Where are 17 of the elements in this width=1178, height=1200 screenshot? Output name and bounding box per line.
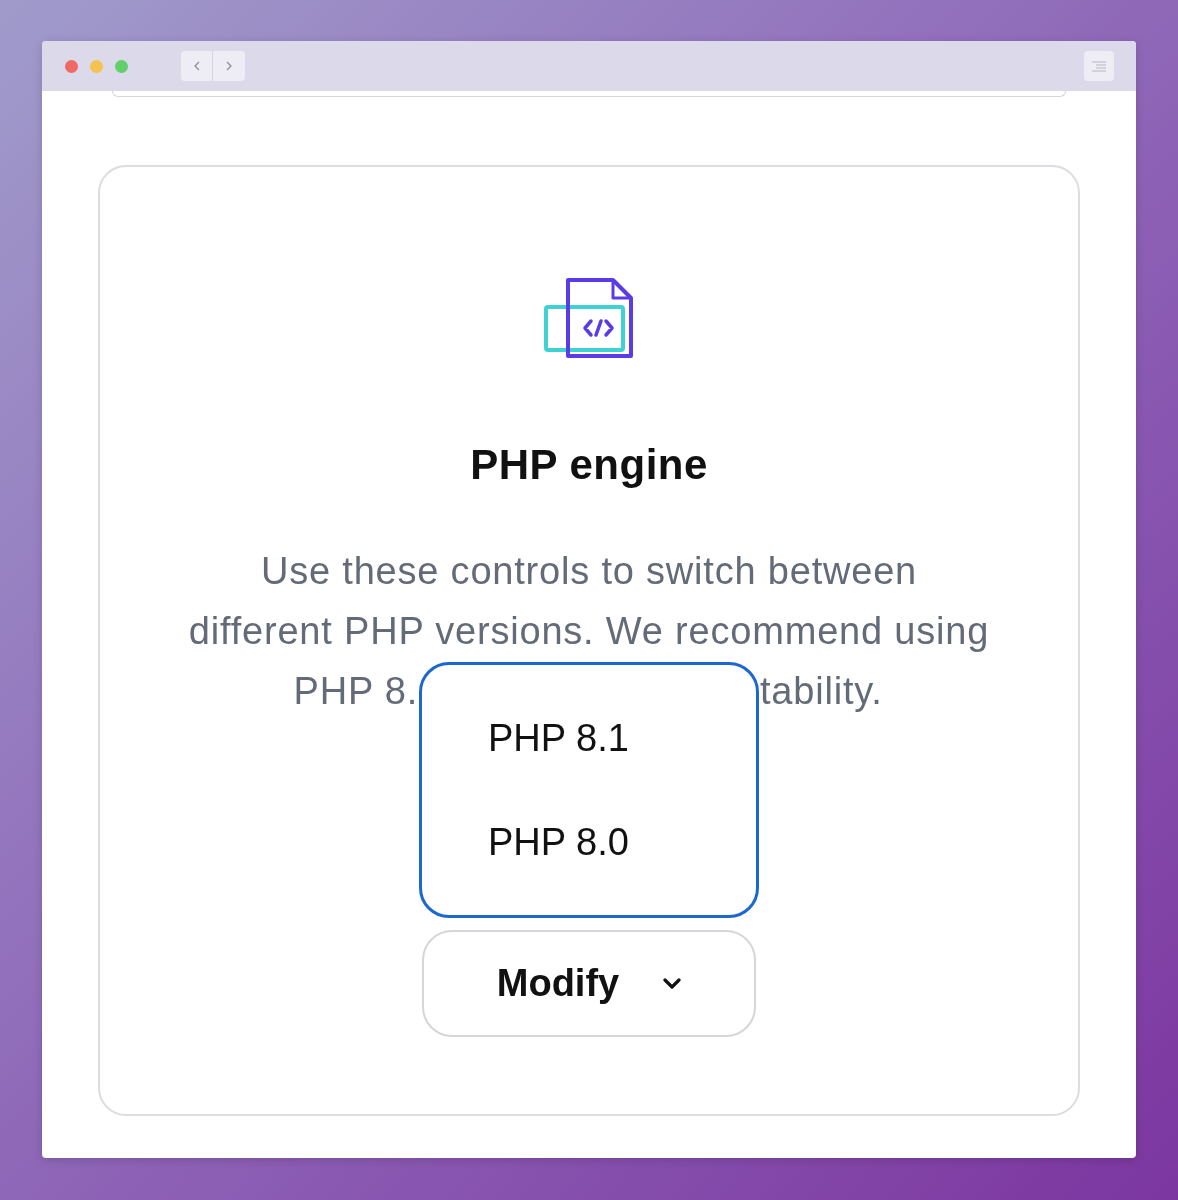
back-button[interactable] bbox=[181, 51, 213, 81]
menu-button[interactable] bbox=[1084, 51, 1114, 81]
modify-button[interactable]: Modify bbox=[422, 930, 756, 1037]
forward-button[interactable] bbox=[213, 51, 245, 81]
card-title: PHP engine bbox=[470, 441, 708, 489]
description-text: tability. bbox=[760, 669, 883, 714]
chevron-right-icon bbox=[226, 61, 232, 71]
chevron-left-icon bbox=[193, 61, 200, 71]
minimize-icon[interactable] bbox=[90, 59, 103, 73]
list-icon bbox=[1092, 60, 1106, 72]
code-file-icon bbox=[543, 278, 635, 358]
close-icon[interactable] bbox=[65, 59, 78, 73]
chevron-down-icon bbox=[663, 978, 682, 989]
menu-item[interactable]: PHP 8.1 bbox=[422, 710, 756, 766]
maximize-icon[interactable] bbox=[115, 59, 128, 73]
description-text: PHP 8. bbox=[293, 669, 418, 714]
menu-item[interactable]: PHP 8.0 bbox=[422, 814, 756, 870]
